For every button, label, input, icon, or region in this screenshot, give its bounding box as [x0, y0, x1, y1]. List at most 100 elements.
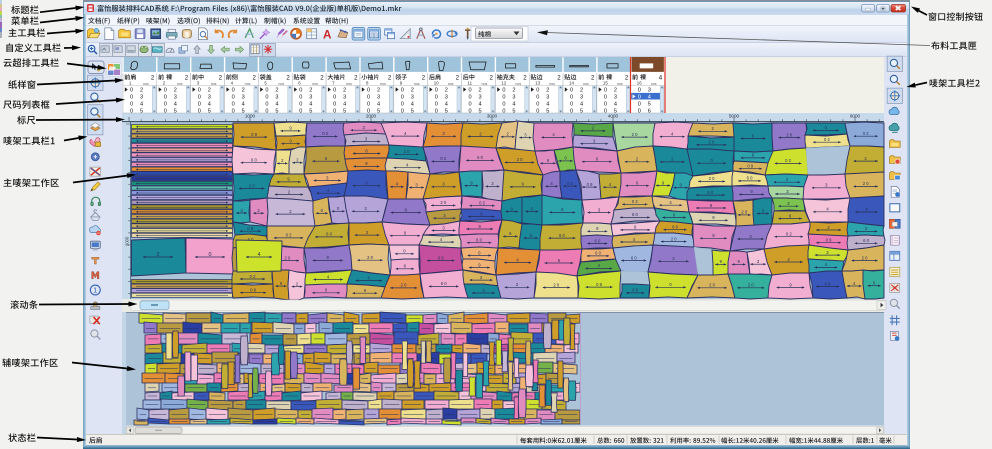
svg-text:4: 4	[258, 252, 261, 258]
svg-text:0: 0	[536, 95, 539, 101]
svg-text:0: 0	[232, 95, 235, 101]
svg-text:2 0: 2 0	[862, 255, 868, 260]
svg-text:0: 0	[164, 88, 167, 94]
svg-text:0: 0	[299, 88, 302, 94]
svg-text:2 0: 2 0	[708, 140, 714, 145]
svg-text:3: 3	[242, 95, 245, 101]
svg-text:15: 15	[603, 81, 608, 86]
svg-text:nos: nos	[549, 82, 555, 86]
svg-text:0 9: 0 9	[247, 226, 253, 231]
svg-text:0 2: 0 2	[479, 201, 485, 206]
svg-text:3: 3	[546, 95, 549, 101]
svg-text:4: 4	[309, 101, 312, 107]
svg-text:5: 5	[275, 108, 278, 114]
svg-text:4: 4	[648, 95, 651, 101]
svg-text:2: 2	[286, 75, 290, 82]
svg-text:nos: nos	[346, 82, 352, 86]
svg-text:4: 4	[343, 101, 346, 107]
svg-text:2: 2	[614, 88, 617, 94]
svg-text:3: 3	[140, 95, 143, 101]
svg-text:0: 0	[604, 108, 607, 114]
svg-text:2 0: 2 0	[786, 132, 792, 137]
svg-text:2 0: 2 0	[517, 157, 523, 162]
svg-text:6 0: 6 0	[747, 176, 753, 181]
svg-text:0: 0	[333, 108, 336, 114]
svg-text:0 9: 0 9	[596, 282, 602, 287]
svg-text:0: 0	[265, 88, 268, 94]
svg-text:5: 5	[512, 108, 515, 114]
svg-text:4: 4	[208, 101, 211, 107]
svg-text:0: 0	[502, 95, 505, 101]
svg-text:2 0: 2 0	[249, 183, 255, 188]
svg-text:0: 0	[265, 108, 268, 114]
svg-text:5: 5	[208, 108, 211, 114]
svg-text:0: 0	[130, 108, 133, 114]
svg-text:0 2: 0 2	[440, 156, 446, 161]
svg-text:11: 11	[468, 81, 473, 86]
svg-text:2 0: 2 0	[401, 283, 407, 288]
svg-text:0 9: 0 9	[251, 132, 257, 137]
svg-text:2 0: 2 0	[709, 283, 715, 288]
svg-text:0: 0	[502, 101, 505, 107]
svg-text:0: 0	[435, 95, 438, 101]
svg-text:0 2: 0 2	[632, 199, 638, 204]
svg-text:0: 0	[570, 101, 573, 107]
svg-text:0: 0	[299, 101, 302, 107]
svg-text:0: 0	[401, 108, 404, 114]
svg-text:0: 0	[604, 101, 607, 107]
svg-text:0: 0	[164, 95, 167, 101]
svg-text:2 0: 2 0	[741, 210, 747, 215]
svg-text:nos: nos	[617, 82, 623, 86]
svg-text:5: 5	[411, 108, 414, 114]
svg-text:2: 2	[208, 88, 211, 94]
svg-text:1000: 1000	[245, 114, 256, 119]
svg-text:0: 0	[570, 88, 573, 94]
svg-text:0: 0	[333, 88, 336, 94]
svg-text:nos: nos	[448, 82, 454, 86]
svg-text:0: 0	[367, 101, 370, 107]
svg-text:2: 2	[580, 88, 583, 94]
svg-text:0: 0	[333, 95, 336, 101]
svg-text:2: 2	[377, 88, 380, 94]
svg-text:5: 5	[174, 108, 177, 114]
svg-text:2 0: 2 0	[863, 181, 869, 186]
svg-text:0: 0	[198, 101, 201, 107]
svg-text:nos: nos	[211, 82, 217, 86]
svg-text:2: 2	[546, 88, 549, 94]
svg-text:0: 0	[502, 108, 505, 114]
svg-text:5: 5	[445, 108, 448, 114]
svg-text:6 0: 6 0	[441, 281, 447, 286]
svg-text:4: 4	[614, 101, 617, 107]
svg-text:5: 5	[546, 108, 549, 114]
svg-text:5: 5	[140, 108, 143, 114]
svg-text:3: 3	[309, 95, 312, 101]
svg-text:6 0: 6 0	[863, 238, 869, 243]
svg-text:5: 5	[377, 108, 380, 114]
svg-text:A: A	[323, 29, 332, 42]
svg-text:3: 3	[479, 95, 482, 101]
svg-text:6 0: 6 0	[632, 288, 638, 293]
svg-text:5: 5	[648, 101, 651, 107]
svg-text:2 0: 2 0	[367, 255, 373, 260]
svg-text:0: 0	[435, 88, 438, 94]
svg-text:0 2: 0 2	[250, 274, 256, 279]
svg-text:2: 2	[411, 88, 414, 94]
svg-text:0: 0	[232, 88, 235, 94]
svg-text:3: 3	[445, 95, 448, 101]
svg-text:2 0: 2 0	[553, 282, 559, 287]
svg-text:16: 16	[637, 81, 642, 86]
svg-text:4: 4	[411, 101, 414, 107]
svg-text:0 9: 0 9	[250, 288, 256, 293]
svg-text:3: 3	[614, 95, 617, 101]
svg-text:6 0: 6 0	[631, 255, 637, 260]
svg-text:2: 2	[156, 252, 159, 258]
svg-text:13: 13	[535, 81, 540, 86]
svg-text:1000: 1000	[125, 236, 130, 246]
svg-text:10: 10	[434, 81, 439, 86]
svg-text:0: 0	[130, 101, 133, 107]
svg-text:0 2: 0 2	[786, 232, 792, 237]
svg-text:3000: 3000	[487, 114, 498, 119]
svg-text:2 0: 2 0	[440, 200, 446, 205]
svg-text:0: 0	[367, 88, 370, 94]
svg-text:4: 4	[479, 101, 482, 107]
